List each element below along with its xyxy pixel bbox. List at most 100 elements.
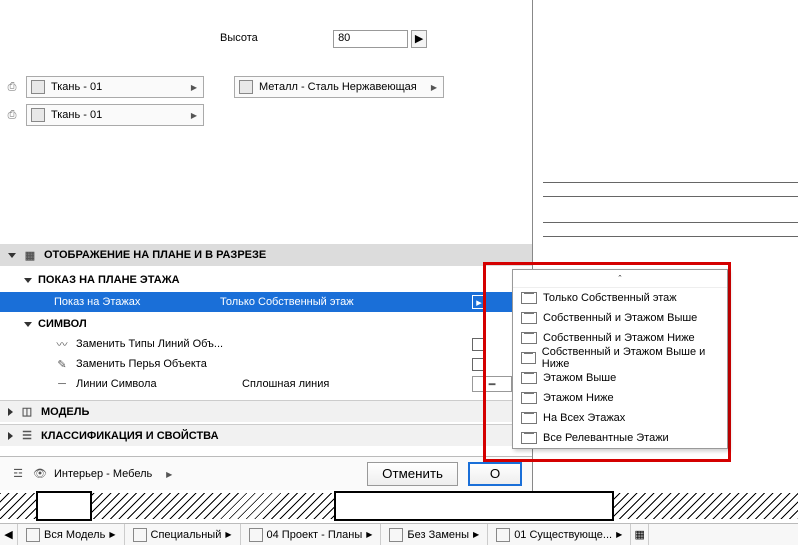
row-show-on-floors[interactable]: Показ на Этажах Только Собственный этаж … [0, 292, 532, 312]
popup-item-label: На Всех Этажах [543, 412, 625, 424]
subsection-floorplan[interactable]: ПОКАЗ НА ПЛАНЕ ЭТАЖА [0, 270, 532, 290]
story-icon [521, 372, 537, 384]
popup-item-relevant[interactable]: Все Релевантные Этажи [513, 428, 727, 448]
chevron-right-icon: ▶ [109, 530, 115, 539]
settings-panel: Высота 80 ▶ ⎙ Ткань - 01 ⎙ Ткань - 01 Ме… [0, 0, 532, 545]
layers-icon: ☲ [10, 466, 26, 482]
popup-item-label: Собственный и Этажом Выше [543, 312, 697, 324]
display-icon: ▦ [22, 247, 38, 263]
chevron-right-icon: ▶ [366, 530, 372, 539]
section-model[interactable]: ◫ МОДЕЛЬ [0, 400, 532, 422]
chevron-right-icon: ▶ [225, 530, 231, 539]
tabs-scroll-right[interactable]: ▦ [631, 524, 649, 545]
popup-item-all[interactable]: На Всех Этажах [513, 408, 727, 428]
subsection-title: ПОКАЗ НА ПЛАНЕ ЭТАЖА [38, 274, 180, 286]
swatch-label: Ткань - 01 [51, 81, 102, 93]
disclosure-triangle-icon [8, 408, 13, 416]
metal-swatch[interactable]: Металл - Сталь Нержавеющая [234, 76, 444, 98]
dialog-footer: ☲ 👁 Интерьер - Мебель Отменить О [0, 456, 532, 490]
row-label: Линии Символа [76, 378, 236, 390]
story-icon [521, 392, 537, 404]
metal-row: Металл - Сталь Нержавеющая [234, 76, 444, 98]
view-tabs-bar: ◀ Вся Модель ▶ Специальный ▶ 04 Проект -… [0, 523, 798, 545]
section-title: ОТОБРАЖЕНИЕ НА ПЛАНЕ И В РАЗРЕЗЕ [44, 249, 266, 261]
story-icon [521, 412, 537, 424]
height-row: Высота 80 ▶ [220, 30, 427, 48]
chevron-right-icon: ▶ [473, 530, 479, 539]
floor-display-popup: ˆ Только Собственный этаж Собственный и … [512, 269, 728, 449]
swatch-label: Ткань - 01 [51, 109, 102, 121]
row-value: Только Собственный этаж [220, 296, 466, 308]
height-stepper[interactable]: ▶ [411, 30, 427, 48]
row-label: Показ на Этажах [54, 296, 214, 308]
disclosure-triangle-icon [24, 322, 32, 327]
line-type-icon: 〰 [54, 336, 70, 352]
layer-selector[interactable]: ☲ 👁 Интерьер - Мебель [10, 466, 357, 482]
hatch-gap [334, 491, 614, 521]
popup-item-own-only[interactable]: Только Собственный этаж [513, 288, 727, 308]
popup-item-above[interactable]: Этажом Выше [513, 368, 727, 388]
story-icon [521, 312, 537, 324]
popup-scroll-up[interactable]: ˆ [513, 270, 727, 288]
story-icon [521, 352, 536, 364]
section-display[interactable]: ▦ ОТОБРАЖЕНИЕ НА ПЛАНЕ И В РАЗРЕЗЕ [0, 244, 532, 266]
fabric-row-2: ⎙ Ткань - 01 [4, 104, 204, 126]
height-label: Высота [220, 32, 330, 44]
popup-item-own-above[interactable]: Собственный и Этажом Выше [513, 308, 727, 328]
tab-no-replace[interactable]: Без Замены ▶ [381, 524, 488, 545]
story-icon [521, 292, 537, 304]
tab-all-model[interactable]: Вся Модель ▶ [18, 524, 125, 545]
chevron-right-icon [429, 81, 439, 93]
tab-existing[interactable]: 01 Существующе... ▶ [488, 524, 631, 545]
popup-item-below[interactable]: Этажом Ниже [513, 388, 727, 408]
tab-icon [26, 528, 40, 542]
swatch-preview [31, 108, 45, 122]
subsection-symbol[interactable]: СИМВОЛ [0, 314, 532, 334]
fabric-swatch-2[interactable]: Ткань - 01 [26, 104, 204, 126]
row-replace-pens[interactable]: ✎ Заменить Перья Объекта [0, 354, 532, 374]
eye-icon: 👁 [32, 466, 48, 482]
popup-item-own-below[interactable]: Собственный и Этажом Ниже [513, 328, 727, 348]
ok-button[interactable]: О [468, 462, 522, 486]
story-icon [521, 332, 537, 344]
tab-special[interactable]: Специальный ▶ [125, 524, 241, 545]
chevron-right-icon [164, 468, 174, 480]
tab-icon [133, 528, 147, 542]
tab-plans[interactable]: 04 Проект - Планы ▶ [241, 524, 382, 545]
tab-label: Без Замены [407, 529, 469, 541]
swatch-preview [31, 80, 45, 94]
material-icon: ⎙ [4, 79, 20, 95]
layer-name: Интерьер - Мебель [54, 468, 152, 480]
disclosure-triangle-icon [24, 278, 32, 283]
cancel-button[interactable]: Отменить [367, 462, 458, 486]
row-symbol-lines[interactable]: ─ Линии Символа Сплошная линия ━ [0, 374, 532, 394]
chevron-right-icon [189, 109, 199, 121]
popup-item-label: Собственный и Этажом Ниже [543, 332, 695, 344]
section-title: МОДЕЛЬ [41, 406, 89, 418]
model-icon: ◫ [19, 404, 35, 420]
popup-item-label: Этажом Выше [543, 372, 616, 384]
popup-item-label: Собственный и Этажом Выше и Ниже [542, 346, 719, 370]
section-classification[interactable]: ☰ КЛАССИФИКАЦИЯ И СВОЙСТВА [0, 424, 532, 446]
hatch-gap [36, 491, 92, 521]
section-title: КЛАССИФИКАЦИЯ И СВОЙСТВА [41, 430, 219, 442]
pen-icon: ✎ [54, 356, 70, 372]
subsection-title: СИМВОЛ [38, 318, 87, 330]
fabric-swatch-1[interactable]: Ткань - 01 [26, 76, 204, 98]
tabs-scroll-left[interactable]: ◀ [0, 524, 18, 545]
popup-item-label: Все Релевантные Этажи [543, 432, 669, 444]
tab-label: Вся Модель [44, 529, 105, 541]
floor-display-popup-highlight: ˆ Только Собственный этаж Собственный и … [483, 262, 731, 462]
swatch-label: Металл - Сталь Нержавеющая [259, 81, 417, 93]
tab-icon [389, 528, 403, 542]
height-input[interactable]: 80 [333, 30, 408, 48]
tab-label: Специальный [151, 529, 222, 541]
popup-item-own-above-below[interactable]: Собственный и Этажом Выше и Ниже [513, 348, 727, 368]
row-label: Заменить Перья Объекта [76, 358, 236, 370]
popup-item-label: Этажом Ниже [543, 392, 614, 404]
chevron-right-icon: ▶ [616, 530, 622, 539]
row-label: Заменить Типы Линий Объ... [76, 338, 236, 350]
tag-icon: ☰ [19, 428, 35, 444]
row-replace-line-types[interactable]: 〰 Заменить Типы Линий Объ... [0, 334, 532, 354]
line-icon: ─ [54, 376, 70, 392]
